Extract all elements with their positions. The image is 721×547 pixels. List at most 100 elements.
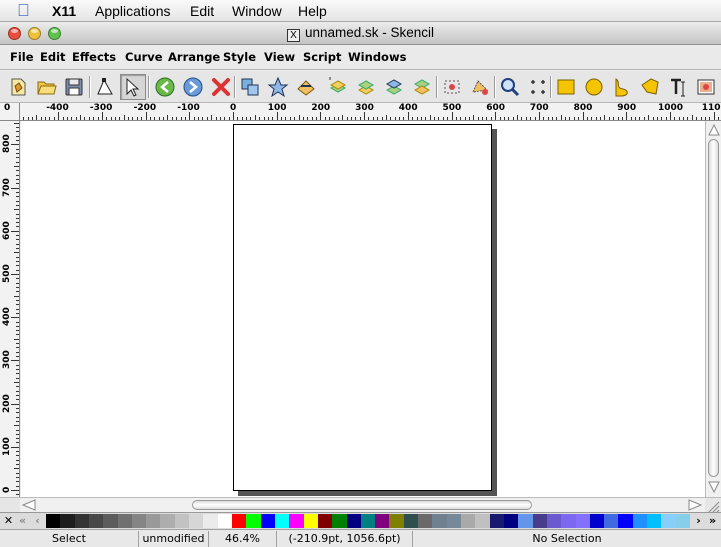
palette-swatch[interactable] [661,514,677,528]
palette-swatch[interactable] [561,514,576,528]
palette-swatch[interactable] [189,514,204,528]
menu-curve[interactable]: Curve [125,50,163,64]
palette-swatch[interactable] [217,514,233,528]
curve-tool-button[interactable] [609,74,635,100]
lower-layer-button[interactable] [353,74,379,100]
ellipse-tool-button[interactable] [581,74,607,100]
menu-view[interactable]: View [264,50,295,64]
palette-swatch[interactable] [60,514,76,528]
document-page[interactable] [233,124,492,491]
mac-menu-help[interactable]: Help [298,3,327,19]
palette-swatch[interactable] [475,514,491,528]
image-tool-button[interactable] [693,74,719,100]
mac-menu-window[interactable]: Window [232,3,282,19]
menu-edit[interactable]: Edit [40,50,66,64]
drawing-canvas[interactable] [21,121,705,497]
palette-swatch[interactable] [289,514,305,528]
palette-swatch[interactable] [532,514,548,528]
palette-scroll-last-button[interactable]: » [706,513,719,529]
palette-swatch[interactable] [88,514,104,528]
new-document-button[interactable] [5,74,31,100]
group-objects-button[interactable] [265,74,291,100]
menu-file[interactable]: File [10,50,34,64]
palette-swatch[interactable] [317,514,333,528]
polygon-tool-button[interactable] [637,74,663,100]
delete-x-button[interactable] [208,74,234,100]
scroll-down-arrow-icon[interactable] [708,481,720,493]
ungroup-objects-button[interactable] [293,74,319,100]
redo-circle-button[interactable] [180,74,206,100]
palette-swatch[interactable] [103,514,119,528]
palette-swatch[interactable] [303,514,319,528]
raise-layer-button[interactable] [325,74,351,100]
menu-arrange[interactable]: Arrange [168,50,220,64]
rectangle-tool-button[interactable] [553,74,579,100]
palette-swatch[interactable] [675,514,691,528]
mac-menu-applications[interactable]: Applications [95,3,171,19]
palette-swatch[interactable] [432,514,448,528]
vertical-ruler[interactable]: 9008007006005004003002001000 [0,121,20,497]
palette-swatch[interactable] [360,514,376,528]
palette-swatch[interactable] [131,514,147,528]
palette-swatch[interactable] [489,514,505,528]
horizontal-ruler[interactable]: -400 -300 -200 -100 0 100 200 300 400 500 600 700 80… [20,103,721,121]
mac-menu-x11[interactable]: X11 [52,3,76,19]
resize-grip[interactable] [705,497,721,513]
palette-swatch[interactable] [46,514,61,528]
palette-swatch[interactable] [604,514,619,528]
palette-swatch[interactable] [174,514,190,528]
palette-swatch[interactable] [346,514,362,528]
scroll-right-arrow-icon[interactable] [688,499,702,511]
palette-swatch[interactable] [246,514,262,528]
palette-swatch[interactable] [575,514,591,528]
mac-menu-edit[interactable]: Edit [190,3,214,19]
palette-swatch[interactable] [618,514,634,528]
vertical-scroll-thumb[interactable] [708,139,719,477]
menu-script[interactable]: Script [303,50,341,64]
apple-logo-icon[interactable]:  [17,1,30,21]
palette-swatch[interactable] [203,514,219,528]
palette-swatch[interactable] [74,514,90,528]
vertical-scrollbar[interactable] [705,121,721,497]
palette-scroll-prev-button[interactable]: ‹ [31,513,44,529]
text-tool-button[interactable] [665,74,691,100]
palette-swatch[interactable] [332,514,348,528]
palette-swatch[interactable] [274,514,290,528]
palette-swatch[interactable] [117,514,133,528]
select-arrow-tool-button[interactable] [120,74,146,100]
horizontal-scrollbar[interactable] [20,497,705,512]
palette-swatch[interactable] [160,514,176,528]
no-color-button[interactable]: ✕ [2,513,15,529]
palette-swatch[interactable] [375,514,390,528]
palette-scroll-next-button[interactable]: › [692,513,705,529]
zoom-tool-button[interactable] [497,74,523,100]
palette-swatch[interactable] [389,514,405,528]
menu-style[interactable]: Style [223,50,256,64]
open-folder-button[interactable] [33,74,59,100]
palette-swatch[interactable] [632,514,648,528]
palette-swatch[interactable] [518,514,534,528]
move-to-top-button[interactable] [381,74,407,100]
palette-swatch[interactable] [403,514,419,528]
palette-swatch[interactable] [589,514,605,528]
palette-swatch[interactable] [418,514,433,528]
palette-swatch[interactable] [232,514,247,528]
palette-swatch[interactable] [647,514,662,528]
snap-to-grid-button[interactable] [439,74,465,100]
palette-swatch[interactable] [260,514,276,528]
palette-swatch[interactable] [503,514,519,528]
move-to-bottom-button[interactable] [409,74,435,100]
menu-effects[interactable]: Effects [72,50,116,64]
duplicate-objects-button[interactable] [237,74,263,100]
palette-swatch[interactable] [446,514,462,528]
show-grid-button[interactable] [525,74,551,100]
scroll-up-arrow-icon[interactable] [708,124,720,136]
horizontal-scroll-thumb[interactable] [192,500,532,510]
palette-swatch[interactable] [461,514,476,528]
save-disk-button[interactable] [61,74,87,100]
palette-swatch[interactable] [546,514,562,528]
undo-circle-button[interactable] [152,74,178,100]
palette-scroll-first-button[interactable]: « [16,513,29,529]
snap-to-objects-button[interactable] [467,74,493,100]
edit-node-tool-button[interactable] [92,74,118,100]
